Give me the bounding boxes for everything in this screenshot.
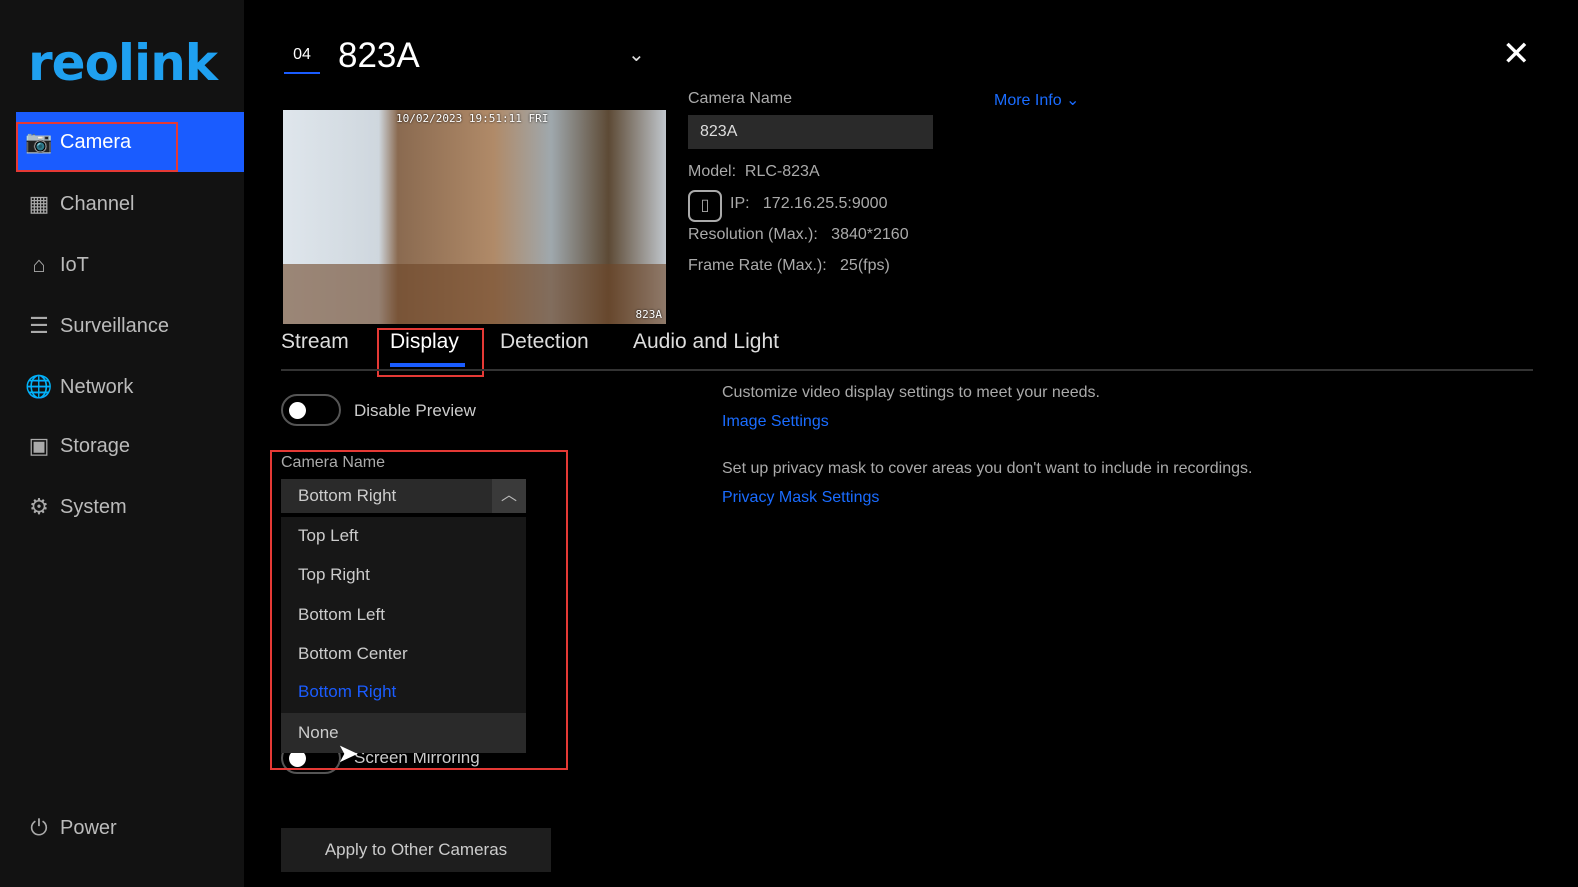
ip-label: IP: [730,195,750,212]
chevron-down-icon: ⌄ [1066,92,1080,109]
sidebar-item-surveillance[interactable]: ☰ Surveillance [16,296,244,356]
privacy-mask-description: Set up privacy mask to cover areas you d… [722,460,1253,477]
sidebar-item-iot[interactable]: ⌂ IoT [16,235,244,295]
ip-value: 172.16.25.5:9000 [762,195,888,212]
image-settings-description: Customize video display settings to meet… [722,384,1100,401]
camera-title: 823A [338,36,420,75]
model-label: Model: [688,163,737,180]
highlight-box [270,450,568,770]
tabs-divider [281,369,1533,371]
privacy-mask-link[interactable]: Privacy Mask Settings [722,489,879,507]
tab-audio-light[interactable]: Audio and Light [633,330,779,354]
framerate-value: 25(fps) [840,257,890,274]
preview-floor [283,264,666,324]
power-button[interactable]: ⏻ Power [16,798,244,858]
preview-overlay-name: 823A [635,308,663,321]
resolution-value: 3840*2160 [831,226,909,243]
framerate-label: Frame Rate (Max.): [688,257,827,274]
camera-preview[interactable]: 10/02/2023 19:51:11 FRI 823A [283,110,666,324]
preview-timestamp: 10/02/2023 19:51:11 FRI [396,112,549,125]
sidebar-item-system[interactable]: ⚙ System [16,477,244,537]
tab-stream[interactable]: Stream [281,330,349,354]
sidebar-item-storage[interactable]: ▣ Storage [16,416,244,476]
camera-name-label: Camera Name [688,90,793,107]
sidebar-item-label: Storage [60,434,131,457]
sidebar-item-label: Surveillance [60,314,169,337]
power-icon: ⏻ [30,815,48,840]
sidebar-item-label: IoT [60,253,89,276]
camera-name-input[interactable]: 823A [688,115,933,149]
close-icon[interactable]: ✕ [1502,34,1531,74]
power-label: Power [60,816,117,839]
disable-preview-label: Disable Preview [354,401,476,420]
channel-number: 04 [284,46,320,74]
model-value: RLC-823A [744,163,820,180]
tab-detection[interactable]: Detection [500,330,589,354]
home-icon: ⌂ [32,252,46,277]
sidebar-item-label: Network [60,375,134,398]
apply-to-other-cameras-button[interactable]: Apply to Other Cameras [281,828,551,872]
grid-icon: ▦ [28,191,50,216]
resolution-label: Resolution (Max.): [688,226,818,243]
list-icon: ☰ [29,313,49,338]
disable-preview-toggle[interactable] [281,394,341,426]
reolink-logo: reolink [28,34,218,92]
more-info-link[interactable]: More Info ⌄ [994,90,1079,110]
image-settings-link[interactable]: Image Settings [722,413,829,431]
sidebar-item-channel[interactable]: ▦ Channel [16,174,244,234]
sidebar-item-label: System [60,495,127,518]
more-info-label: More Info [994,92,1062,109]
sidebar-item-network[interactable]: 🌐 Network [16,357,244,417]
sidebar-item-label: Channel [60,192,135,215]
gear-icon: ⚙ [29,494,49,519]
storage-icon: ▣ [28,433,50,458]
network-port-icon: ▯ [688,190,722,222]
highlight-box [16,122,178,172]
globe-icon: 🌐 [25,374,53,399]
chevron-down-icon[interactable]: ⌄ [628,42,645,67]
